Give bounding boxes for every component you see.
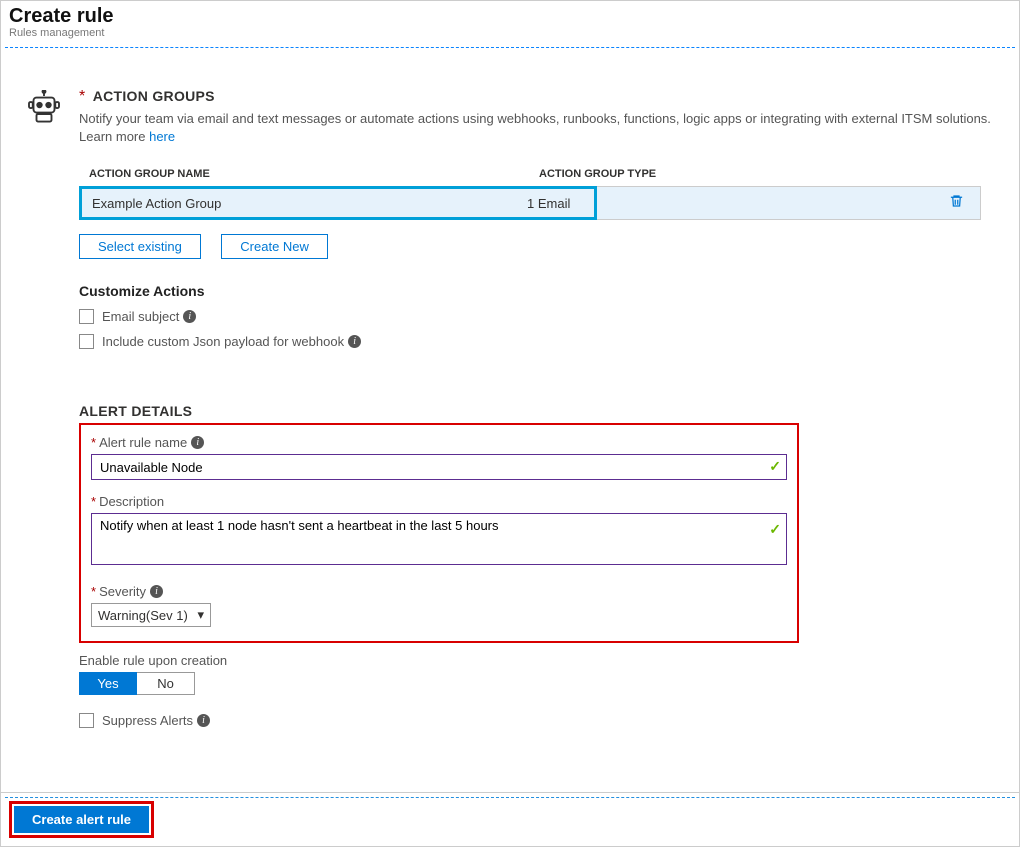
alert-details-highlight: * Alert rule name i ✓ * Description: [79, 423, 799, 643]
enable-no[interactable]: No: [137, 672, 195, 695]
rule-name-label: Alert rule name: [99, 435, 187, 450]
create-new-button[interactable]: Create New: [221, 234, 328, 259]
alert-details-title: ALERT DETAILS: [79, 403, 1001, 419]
check-icon: ✓: [769, 459, 781, 476]
description-label: Description: [99, 494, 164, 509]
breadcrumb: Rules management: [9, 27, 1011, 39]
json-payload-label: Include custom Json payload for webhook: [102, 334, 344, 349]
check-icon: ✓: [769, 521, 781, 538]
email-subject-label: Email subject: [102, 309, 179, 324]
action-groups-desc: Notify your team via email and text mess…: [79, 110, 1001, 146]
info-icon[interactable]: i: [348, 335, 361, 348]
robot-icon: [26, 90, 62, 126]
suppress-alerts-checkbox[interactable]: [79, 713, 94, 728]
description-input[interactable]: [91, 513, 787, 565]
chevron-down-icon: ▾: [197, 607, 204, 623]
enable-toggle[interactable]: Yes No: [79, 672, 1001, 695]
severity-select[interactable]: Warning(Sev 1) ▾: [91, 603, 211, 627]
action-groups-title: ACTION GROUPS: [93, 88, 215, 104]
info-icon[interactable]: i: [191, 436, 204, 449]
email-subject-checkbox[interactable]: [79, 309, 94, 324]
learn-more-link[interactable]: here: [149, 129, 175, 144]
action-group-columns: ACTION GROUP NAME ACTION GROUP TYPE: [79, 168, 1001, 180]
select-existing-button[interactable]: Select existing: [79, 234, 201, 259]
action-group-name: Example Action Group: [82, 196, 527, 211]
create-button-highlight: Create alert rule: [9, 801, 154, 838]
info-icon[interactable]: i: [150, 585, 163, 598]
page-title: Create rule: [9, 5, 1011, 28]
enable-label: Enable rule upon creation: [79, 653, 1001, 668]
action-group-type: 1 Email: [527, 196, 570, 211]
customize-actions-title: Customize Actions: [79, 283, 1001, 299]
page-header: Create rule Rules management: [1, 1, 1019, 47]
col-action-group-type: ACTION GROUP TYPE: [539, 168, 1001, 180]
required-star: *: [79, 88, 85, 105]
severity-label: Severity: [99, 584, 146, 599]
create-alert-rule-button[interactable]: Create alert rule: [14, 806, 149, 833]
rule-name-input[interactable]: [91, 454, 787, 480]
col-action-group-name: ACTION GROUP NAME: [79, 168, 539, 180]
info-icon[interactable]: i: [197, 714, 210, 727]
action-group-row-selected[interactable]: Example Action Group 1 Email: [79, 186, 597, 220]
trash-icon[interactable]: [949, 193, 964, 214]
info-icon[interactable]: i: [183, 310, 196, 323]
enable-yes[interactable]: Yes: [79, 672, 137, 695]
json-payload-checkbox[interactable]: [79, 334, 94, 349]
suppress-alerts-label: Suppress Alerts: [102, 713, 193, 728]
